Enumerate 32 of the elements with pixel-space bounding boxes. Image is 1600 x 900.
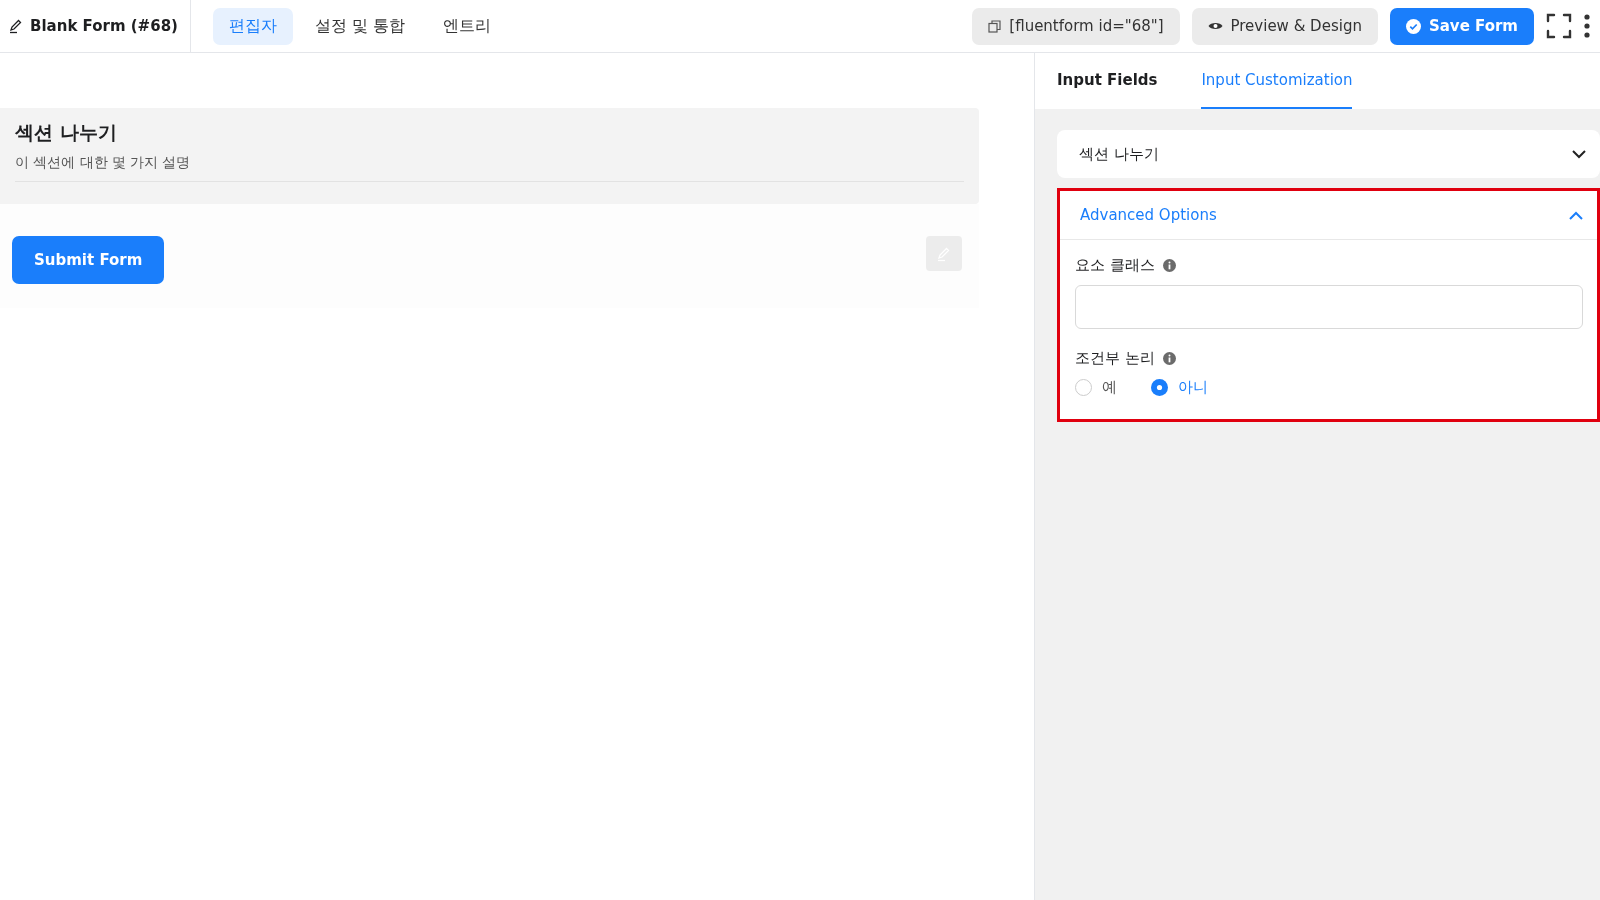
section-description: 이 섹션에 대한 몇 가지 설명: [15, 154, 964, 182]
section-title: 섹션 나누기: [15, 120, 118, 145]
shortcode-button[interactable]: [fluentform id="68"]: [972, 7, 1180, 45]
element-class-input[interactable]: [1075, 285, 1583, 329]
field-select-value: 섹션 나누기: [1079, 144, 1159, 164]
nav-tab[interactable]: 설정 및 통합: [298, 7, 422, 45]
eye-icon: [1207, 21, 1223, 31]
radio-button[interactable]: [1075, 379, 1092, 396]
advanced-options-header[interactable]: Advanced Options: [1060, 191, 1597, 240]
check-circle-icon: [1405, 18, 1421, 34]
submit-form-button[interactable]: Submit Form: [12, 236, 165, 284]
preview-design-button[interactable]: Preview & Design: [1191, 7, 1378, 45]
field-label: 요소 클래스: [1075, 256, 1155, 275]
info-icon[interactable]: [1162, 352, 1176, 365]
chevron-up-icon: [1569, 210, 1583, 220]
copy-icon: [988, 19, 1002, 33]
radio-button[interactable]: [1151, 379, 1168, 396]
pencil-icon: [8, 18, 24, 34]
form-title: Blank Form (#68): [30, 17, 178, 35]
panel-tab[interactable]: Input Customization: [1201, 53, 1353, 109]
save-form-button[interactable]: Save Form: [1389, 7, 1534, 45]
field-select[interactable]: 섹션 나누기: [1057, 130, 1600, 178]
info-icon[interactable]: [1162, 259, 1176, 272]
advanced-options-title: Advanced Options: [1080, 206, 1217, 224]
nav-tab[interactable]: 엔트리: [427, 7, 508, 45]
radio-label: 예: [1102, 378, 1117, 397]
chevron-down-icon: [1572, 149, 1586, 159]
fullscreen-icon[interactable]: [1546, 13, 1572, 39]
field-label: 조건부 논리: [1075, 349, 1155, 368]
radio-label: 아니: [1178, 378, 1208, 397]
more-icon[interactable]: [1584, 14, 1590, 38]
panel-tab[interactable]: Input Fields: [1057, 53, 1158, 109]
